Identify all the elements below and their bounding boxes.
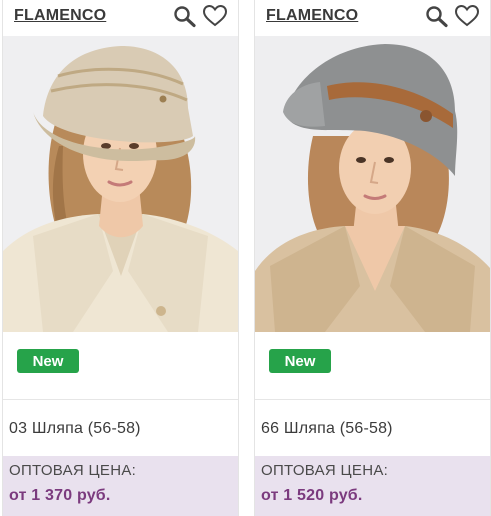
card-header: FLAMENCO — [3, 0, 238, 34]
card-header: FLAMENCO — [255, 0, 490, 34]
product-card[interactable]: FLAMENCO — [2, 0, 239, 516]
badge-area: New — [3, 332, 238, 400]
new-badge: New — [17, 349, 79, 373]
badge-area: New — [255, 332, 490, 400]
price-area: ОПТОВАЯ ЦЕНА: от 1 520 руб. — [255, 456, 490, 516]
product-card[interactable]: FLAMENCO — [254, 0, 491, 516]
price-area: ОПТОВАЯ ЦЕНА: от 1 370 руб. — [3, 456, 238, 516]
brand-link[interactable]: FLAMENCO — [14, 7, 106, 25]
search-icon[interactable] — [424, 4, 450, 28]
price-label: ОПТОВАЯ ЦЕНА: — [261, 462, 389, 479]
heart-icon[interactable] — [454, 4, 480, 28]
price-value: от 1 370 руб. — [9, 487, 111, 504]
brand-link[interactable]: FLAMENCO — [266, 7, 358, 25]
product-title[interactable]: 03 Шляпа (56-58) — [9, 420, 141, 438]
title-area: 66 Шляпа (56-58) — [255, 401, 490, 455]
price-value: от 1 520 руб. — [261, 487, 363, 504]
new-badge: New — [269, 349, 331, 373]
product-title[interactable]: 66 Шляпа (56-58) — [261, 420, 393, 438]
product-image[interactable] — [255, 36, 490, 332]
search-icon[interactable] — [172, 4, 198, 28]
product-grid: FLAMENCO New 03 Шляпа (56-58) ОПТОВАЯ ЦЕ… — [0, 0, 491, 516]
title-area: 03 Шляпа (56-58) — [3, 401, 238, 455]
product-image[interactable] — [3, 36, 238, 332]
price-label: ОПТОВАЯ ЦЕНА: — [9, 462, 137, 479]
heart-icon[interactable] — [202, 4, 228, 28]
